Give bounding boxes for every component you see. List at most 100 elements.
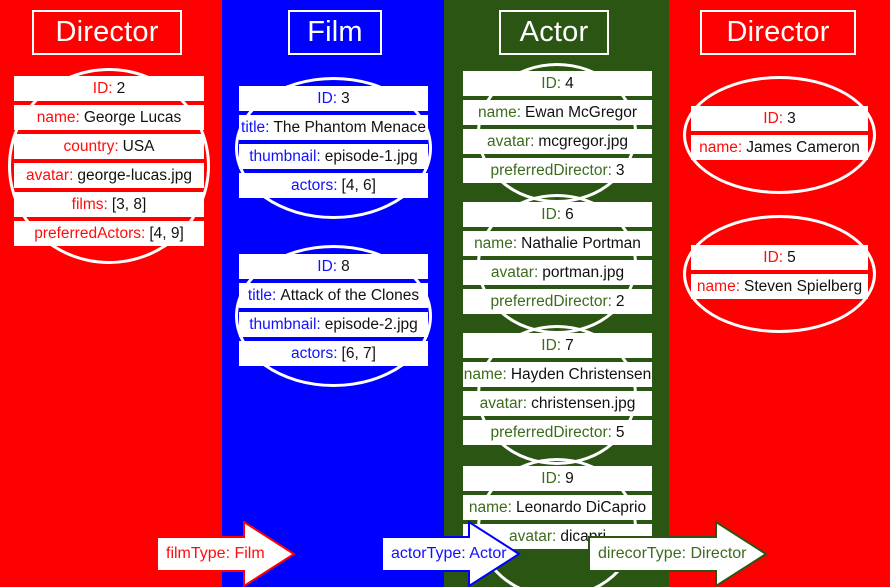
film-type-arrow[interactable]: filmType: Film [156, 521, 296, 587]
field-key: thumbnail: [249, 315, 321, 333]
field-value: [3, 8] [111, 195, 147, 213]
field-key: avatar: [487, 132, 535, 150]
record-fields: ID: 7 name: Hayden Christensen avatar: c… [463, 333, 652, 449]
field-id: ID: 3 [691, 106, 868, 131]
field-value: [6, 7] [341, 344, 376, 362]
field-key: ID: [541, 74, 562, 92]
field-key: name: [36, 108, 80, 126]
field-title: title: The Phantom Menace [239, 115, 428, 140]
field-value: 3 [615, 161, 625, 179]
field-key: preferredDirector: [490, 161, 612, 179]
field-key: avatar: [26, 166, 74, 184]
field-name: name: Leonardo DiCaprio [463, 495, 652, 520]
field-key: avatar: [479, 394, 528, 412]
director-type-arrow[interactable]: direcorType: Director [588, 521, 768, 587]
field-id: ID: 8 [239, 254, 428, 279]
field-value: 6 [565, 205, 574, 223]
record-fields: ID: 5 name: Steven Spielberg [691, 245, 868, 303]
field-value: George Lucas [83, 108, 182, 126]
field-key: ID: [541, 336, 562, 354]
field-value: Ewan McGregor [525, 103, 638, 121]
field-value: James Cameron [746, 138, 860, 156]
field-actors: actors: [4, 6] [239, 173, 428, 198]
title-film: Film [288, 10, 382, 55]
field-id: ID: 4 [463, 71, 652, 96]
diagram-canvas: Director Film Actor Director ID: 2 name:… [0, 0, 890, 587]
field-id: ID: 2 [14, 76, 204, 101]
field-name: name: George Lucas [14, 105, 204, 130]
field-value: mcgregor.jpg [538, 132, 628, 150]
field-value: 3 [787, 109, 796, 127]
field-value: USA [122, 137, 155, 155]
field-avatar: avatar: mcgregor.jpg [463, 129, 652, 154]
field-key: actors: [291, 344, 338, 362]
field-value: 2 [615, 292, 625, 310]
field-key: preferredActors: [34, 224, 146, 242]
field-value: 7 [565, 336, 574, 354]
field-key: title: [247, 286, 277, 304]
field-key: avatar: [490, 263, 539, 281]
field-key: preferredDirector: [490, 292, 612, 310]
record-fields: ID: 6 name: Nathalie Portman avatar: por… [463, 202, 652, 318]
field-thumbnail: thumbnail: episode-2.jpg [239, 312, 428, 337]
arrow-label: actorType: Actor [391, 545, 507, 562]
field-value: portman.jpg [542, 263, 625, 281]
field-avatar: avatar: portman.jpg [463, 260, 652, 285]
field-id: ID: 6 [463, 202, 652, 227]
record-fields: ID: 3 title: The Phantom Menace thumbnai… [239, 86, 428, 202]
field-value: Hayden Christensen [510, 365, 652, 383]
field-key: ID: [763, 248, 784, 266]
field-name: name: James Cameron [691, 135, 868, 160]
field-preferred-director: preferredDirector: 2 [463, 289, 652, 314]
field-name: name: Ewan McGregor [463, 100, 652, 125]
field-actors: actors: [6, 7] [239, 341, 428, 366]
field-key: ID: [317, 89, 338, 107]
field-value: Leonardo DiCaprio [515, 498, 647, 516]
field-avatar: avatar: christensen.jpg [463, 391, 652, 416]
field-value: episode-2.jpg [324, 315, 418, 333]
field-key: ID: [763, 109, 784, 127]
field-thumbnail: thumbnail: episode-1.jpg [239, 144, 428, 169]
field-name: name: Nathalie Portman [463, 231, 652, 256]
field-key: thumbnail: [249, 147, 321, 165]
field-key: name: [474, 234, 518, 252]
field-id: ID: 9 [463, 466, 652, 491]
field-key: ID: [317, 257, 338, 275]
field-value: george-lucas.jpg [77, 166, 192, 184]
field-value: 5 [787, 248, 796, 266]
field-preferred-director: preferredDirector: 3 [463, 158, 652, 183]
field-key: name: [463, 365, 507, 383]
field-id: ID: 3 [239, 86, 428, 111]
field-value: [4, 6] [341, 176, 376, 194]
field-country: country: USA [14, 134, 204, 159]
field-value: christensen.jpg [531, 394, 636, 412]
field-key: name: [699, 138, 743, 156]
field-key: country: [63, 137, 119, 155]
field-value: 9 [565, 469, 574, 487]
field-value: Steven Spielberg [744, 277, 863, 295]
field-preferred-actors: preferredActors: [4, 9] [14, 221, 204, 246]
actor-type-arrow[interactable]: actorType: Actor [381, 521, 521, 587]
arrow-label: direcorType: Director [598, 545, 747, 562]
field-avatar: avatar: george-lucas.jpg [14, 163, 204, 188]
arrow-label: filmType: Film [166, 545, 265, 562]
record-fields: ID: 2 name: George Lucas country: USA av… [14, 76, 204, 250]
field-key: actors: [291, 176, 338, 194]
field-value: 4 [565, 74, 574, 92]
title-director-left: Director [32, 10, 182, 55]
field-key: name: [477, 103, 522, 121]
field-value: [4, 9] [149, 224, 184, 242]
field-value: The Phantom Menace [273, 118, 426, 136]
field-key: ID: [92, 79, 113, 97]
title-actor: Actor [499, 10, 609, 55]
title-director-right: Director [700, 10, 856, 55]
field-films: films: [3, 8] [14, 192, 204, 217]
field-key: title: [241, 118, 270, 136]
field-key: ID: [541, 469, 562, 487]
record-fields: ID: 8 title: Attack of the Clones thumbn… [239, 254, 428, 370]
field-name: name: Hayden Christensen [463, 362, 652, 387]
record-fields: ID: 4 name: Ewan McGregor avatar: mcgreg… [463, 71, 652, 187]
field-key: name: [468, 498, 512, 516]
field-id: ID: 5 [691, 245, 868, 270]
field-preferred-director: preferredDirector: 5 [463, 420, 652, 445]
